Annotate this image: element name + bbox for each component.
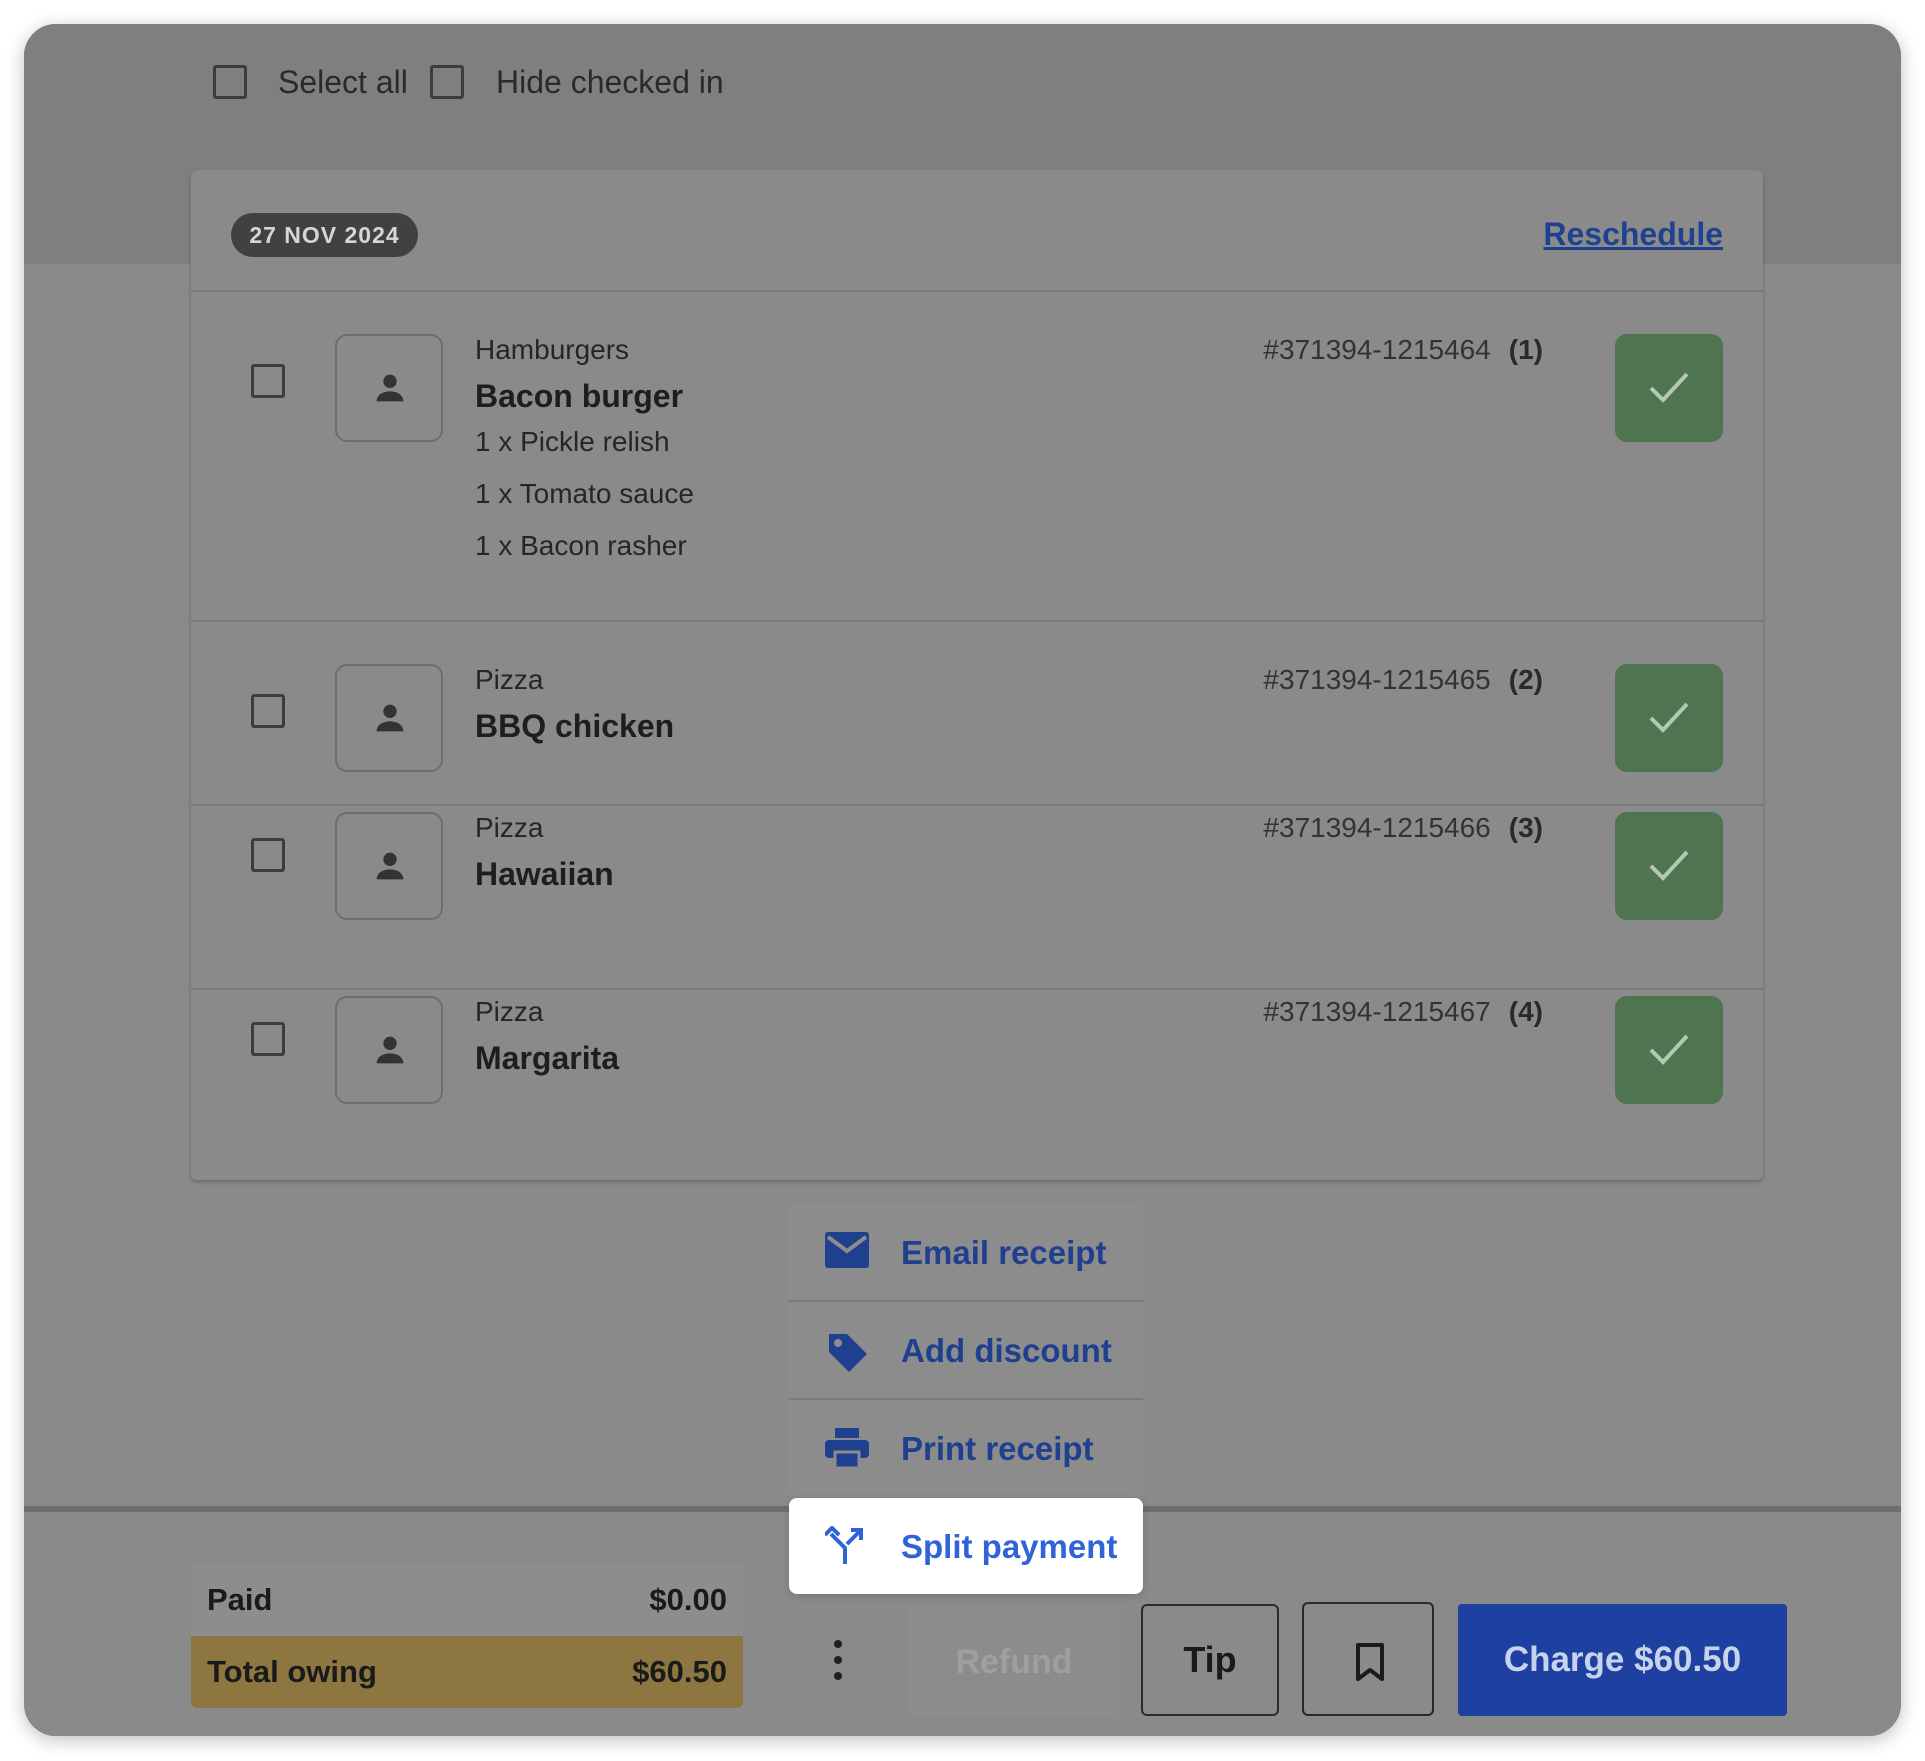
item-category: Pizza bbox=[475, 812, 544, 843]
item-modifier: 1 x Pickle relish bbox=[475, 426, 670, 457]
bookmark-icon bbox=[1356, 1643, 1384, 1681]
person-icon bbox=[376, 1036, 404, 1064]
item-name: Hawaiian bbox=[475, 856, 614, 892]
item-checkbox[interactable] bbox=[251, 694, 285, 728]
date-badge: 27 NOV 2024 bbox=[231, 213, 418, 257]
check-in-button[interactable] bbox=[1615, 996, 1723, 1104]
split-icon bbox=[823, 1525, 865, 1571]
avatar[interactable] bbox=[335, 812, 443, 920]
item-modifier: 1 x Bacon rasher bbox=[475, 530, 687, 561]
booking-card: 27 NOV 2024 Reschedule Hamburgers Bacon … bbox=[191, 170, 1763, 1180]
item-name: BBQ chicken bbox=[475, 708, 675, 744]
checkmark-icon bbox=[1649, 850, 1689, 881]
checkout-panel: Select all Hide checked in 27 NOV 2024 R… bbox=[24, 24, 1901, 1736]
hide-checked-in-checkbox[interactable] bbox=[430, 65, 464, 99]
list-item: Pizza Margarita #371394-1215467 (4) bbox=[191, 990, 1763, 1178]
check-in-button[interactable] bbox=[1615, 812, 1723, 920]
checkmark-icon bbox=[1649, 1034, 1689, 1065]
menu-item-add-discount[interactable]: Add discount bbox=[789, 1302, 1143, 1398]
checkmark-icon bbox=[1649, 702, 1689, 733]
checkmark-icon bbox=[1649, 372, 1689, 403]
total-owing-value: $60.50 bbox=[632, 1654, 727, 1689]
order-number: #371394-1215464 (1) bbox=[1263, 334, 1543, 365]
reschedule-link[interactable]: Reschedule bbox=[1543, 216, 1723, 253]
order-number: #371394-1215465 (2) bbox=[1263, 664, 1543, 695]
tip-button[interactable]: Tip bbox=[1141, 1604, 1279, 1716]
menu-item-split-payment[interactable]: Split payment bbox=[789, 1498, 1143, 1594]
item-checkbox[interactable] bbox=[251, 364, 285, 398]
item-category: Hamburgers bbox=[475, 334, 630, 365]
paid-summary: Paid $0.00 bbox=[191, 1564, 743, 1636]
avatar[interactable] bbox=[335, 996, 443, 1104]
item-category: Pizza bbox=[475, 996, 544, 1027]
select-all-checkbox[interactable] bbox=[213, 65, 247, 99]
person-icon bbox=[376, 374, 404, 402]
avatar[interactable] bbox=[335, 664, 443, 772]
check-in-button[interactable] bbox=[1615, 334, 1723, 442]
charge-button[interactable]: Charge $60.50 bbox=[1458, 1604, 1787, 1716]
hide-checked-in-label: Hide checked in bbox=[496, 64, 724, 100]
check-in-button[interactable] bbox=[1615, 664, 1723, 772]
menu-item-email-receipt[interactable]: Email receipt bbox=[789, 1204, 1143, 1300]
item-category: Pizza bbox=[475, 664, 544, 695]
list-item: Pizza BBQ chicken #371394-1215465 (2) bbox=[191, 622, 1763, 804]
total-owing-label: Total owing bbox=[207, 1654, 377, 1689]
select-all-label: Select all bbox=[278, 64, 408, 100]
menu-item-label: Email receipt bbox=[901, 1234, 1107, 1271]
mail-icon bbox=[825, 1232, 869, 1273]
item-modifier: 1 x Tomato sauce bbox=[475, 478, 694, 509]
order-number: #371394-1215467 (4) bbox=[1263, 996, 1543, 1027]
more-options-menu: Email receipt Add discount Print receipt… bbox=[789, 1204, 1143, 1594]
item-name: Margarita bbox=[475, 1040, 620, 1076]
person-icon bbox=[376, 704, 404, 732]
bookmark-button[interactable] bbox=[1302, 1602, 1434, 1716]
person-icon bbox=[376, 852, 404, 880]
order-number: #371394-1215466 (3) bbox=[1263, 812, 1543, 843]
avatar[interactable] bbox=[335, 334, 443, 442]
item-name: Bacon burger bbox=[475, 378, 684, 414]
menu-item-label: Split payment bbox=[901, 1528, 1118, 1565]
item-checkbox[interactable] bbox=[251, 1022, 285, 1056]
paid-label: Paid bbox=[207, 1582, 273, 1617]
list-item: Pizza Hawaiian #371394-1215466 (3) bbox=[191, 806, 1763, 988]
item-checkbox[interactable] bbox=[251, 838, 285, 872]
refund-button[interactable]: Refund bbox=[909, 1608, 1119, 1716]
menu-item-print-receipt[interactable]: Print receipt bbox=[789, 1400, 1143, 1496]
list-item: Hamburgers Bacon burger 1 x Pickle relis… bbox=[191, 292, 1763, 620]
tag-icon bbox=[825, 1330, 869, 1379]
total-owing-summary: Total owing $60.50 bbox=[191, 1636, 743, 1708]
printer-icon bbox=[825, 1428, 869, 1473]
menu-item-label: Add discount bbox=[901, 1332, 1112, 1369]
menu-item-label: Print receipt bbox=[901, 1430, 1094, 1467]
paid-value: $0.00 bbox=[649, 1582, 727, 1617]
more-options-icon[interactable] bbox=[828, 1636, 848, 1684]
